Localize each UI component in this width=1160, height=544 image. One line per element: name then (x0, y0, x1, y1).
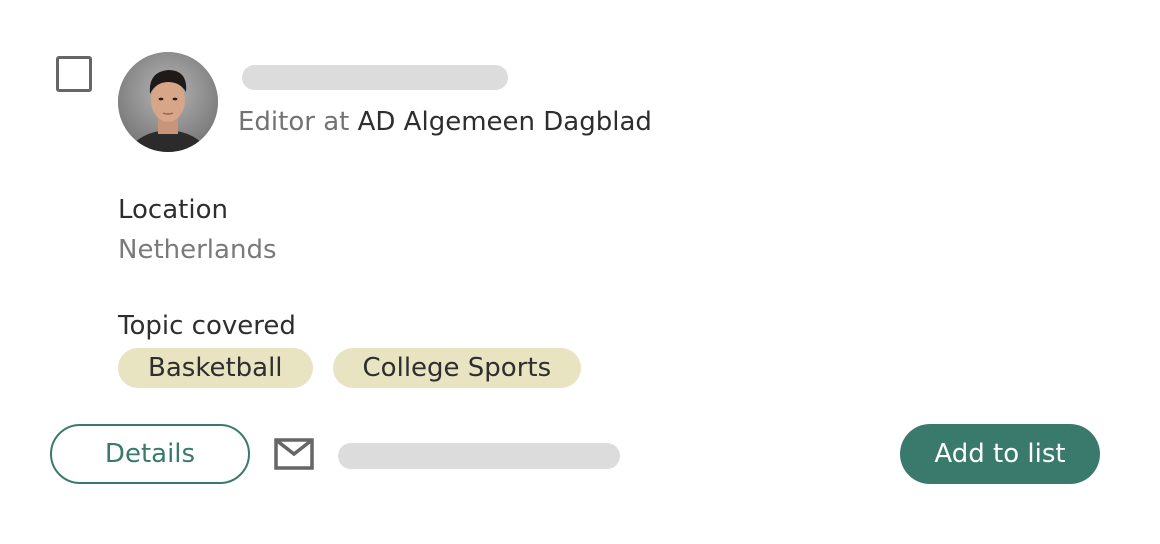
topic-chip: Basketball (118, 348, 313, 388)
role-text: Editor at (238, 107, 350, 137)
name-placeholder (242, 65, 508, 90)
select-checkbox[interactable] (56, 56, 92, 92)
topics-label: Topic covered (118, 311, 296, 341)
details-button[interactable]: Details (50, 424, 250, 484)
mail-icon[interactable] (274, 437, 314, 471)
avatar-photo (118, 52, 218, 152)
add-to-list-button[interactable]: Add to list (900, 424, 1100, 484)
job-title: Editor at AD Algemeen Dagblad (238, 104, 652, 140)
topic-chips: Basketball College Sports (118, 348, 582, 388)
location-label: Location (118, 195, 228, 225)
contact-card: Editor at AD Algemeen Dagblad Location N… (0, 0, 1160, 544)
email-placeholder (338, 443, 620, 469)
avatar (118, 52, 218, 152)
topic-chip: College Sports (332, 348, 582, 388)
company-name: AD Algemeen Dagblad (357, 107, 652, 137)
location-value: Netherlands (118, 235, 277, 265)
